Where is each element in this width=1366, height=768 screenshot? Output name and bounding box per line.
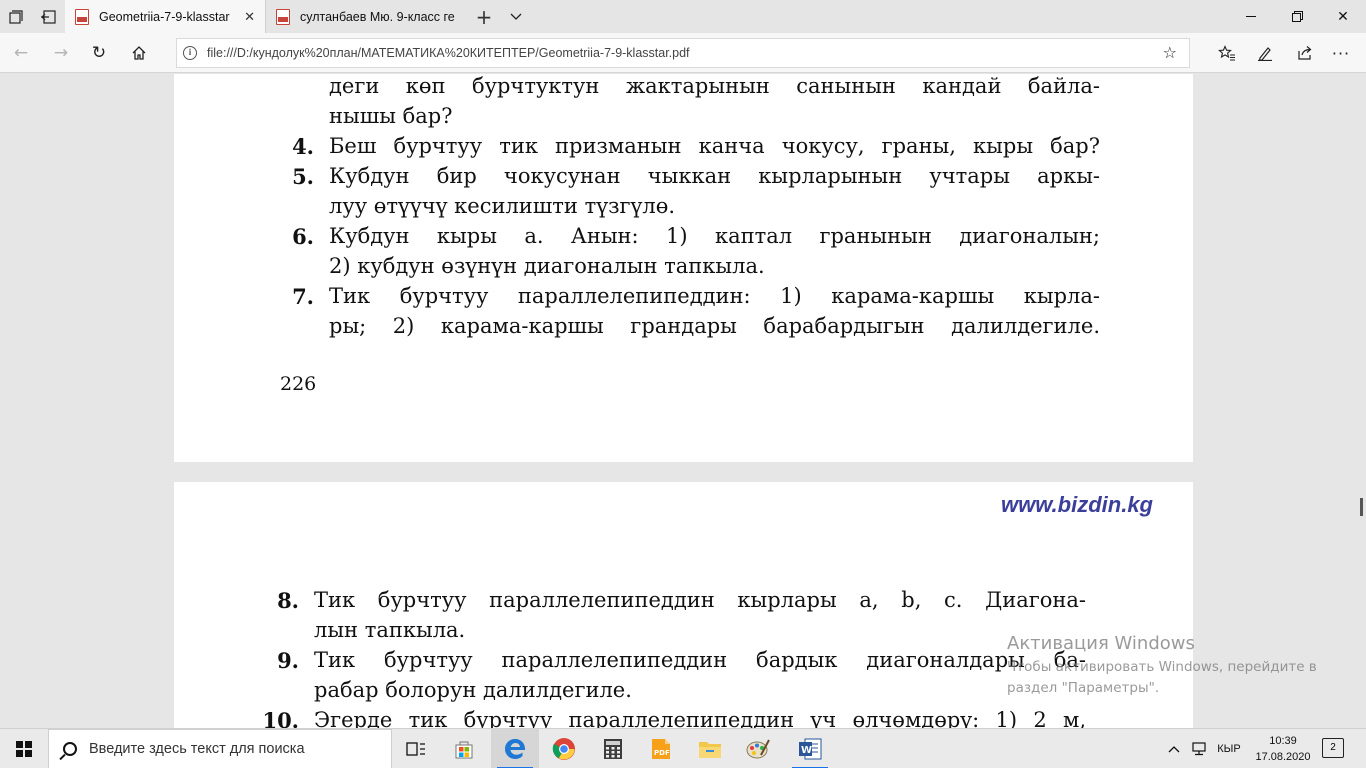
text-line: Кубдун бир чокусунан чыккан кырларынын у… [329, 164, 1100, 188]
scrollbar-thumb[interactable] [1360, 498, 1363, 516]
site-watermark: www.bizdin.kg [1001, 492, 1153, 517]
activation-watermark-title: Активация Windows [1007, 633, 1195, 654]
pdf-icon [75, 8, 89, 25]
exercise-number: 6. [292, 224, 314, 249]
paint-icon[interactable] [734, 729, 782, 768]
navigation-bar: ← → ↻ i file:///D:/кундолук%20план/МАТЕМ… [0, 33, 1366, 73]
text-line: луу өтүүчү кесилишти түзгүлө. [329, 194, 676, 218]
activation-watermark-text: Чтобы активировать Windows, перейдите в … [1007, 657, 1337, 699]
pdf-icon [276, 8, 290, 25]
text-line: лын тапкыла. [314, 618, 466, 642]
restore-icon[interactable] [1274, 0, 1320, 33]
windows-logo-icon [16, 741, 32, 757]
share-icon[interactable] [1288, 38, 1322, 68]
exercise-number: 4. [292, 134, 314, 159]
text-line: рабар болорун далилдегиле. [314, 678, 632, 702]
tab-list-chevron-icon[interactable] [500, 0, 532, 33]
search-icon [63, 742, 77, 756]
forward-icon[interactable]: → [44, 38, 78, 68]
text-line: нышы бар? [329, 104, 453, 128]
text-line: Тик бурчтуу параллелепипеддин: 1) карама… [329, 284, 1100, 308]
minimize-icon[interactable] [1228, 0, 1274, 33]
microsoft-store-icon[interactable] [440, 729, 488, 768]
text-line: Тик бурчтуу параллелепипеддин бардык диа… [314, 648, 1086, 672]
new-tab-icon[interactable]: + [468, 0, 500, 33]
clock-time: 10:39 [1269, 735, 1297, 747]
pdf-viewer[interactable]: деги көп бурчтуктун жактарынын санынын к… [0, 74, 1366, 728]
exercise-number: 7. [292, 284, 314, 309]
text-line: Тик бурчтуу параллелепипеддин кырлары a,… [314, 588, 1086, 612]
clock-date: 17.08.2020 [1255, 751, 1311, 763]
refresh-icon[interactable]: ↻ [82, 38, 116, 68]
tab-strip: Geometriia-7-9-klasstar ✕ султанбаев Мю.… [0, 0, 1366, 33]
action-center-icon[interactable]: 2 [1322, 738, 1344, 758]
svg-text:W: W [801, 745, 812, 756]
activation-line: раздел "Параметры". [1007, 680, 1160, 696]
system-clock[interactable]: 10:39 17.08.2020 [1250, 733, 1316, 765]
show-hidden-icons-icon[interactable] [1162, 729, 1186, 768]
home-icon[interactable] [122, 38, 156, 68]
exercise-number: 9. [277, 648, 299, 673]
text-line: ры; 2) карама-каршы грандары барабардыгы… [329, 314, 1100, 338]
text-line: Беш бурчтуу тик призманын канча чокусу, … [329, 134, 1100, 158]
chrome-icon[interactable] [540, 729, 588, 768]
address-bar[interactable]: i file:///D:/кундолук%20план/МАТЕМАТИКА%… [176, 38, 1190, 68]
url-text[interactable]: file:///D:/кундолук%20план/МАТЕМАТИКА%20… [207, 46, 690, 60]
tab-geometriia[interactable]: Geometriia-7-9-klasstar ✕ [65, 0, 265, 33]
text-line: деги көп бурчтуктун жактарынын санынын к… [329, 74, 1100, 98]
set-tabs-aside-icon[interactable] [32, 0, 64, 33]
tab-actions-icon[interactable] [0, 0, 32, 33]
page-number: 226 [280, 373, 317, 395]
tab-sultanbaev[interactable]: султанбаев Мю. 9-класс ге [265, 0, 465, 33]
taskbar-search-box[interactable]: Введите здесь текст для поиска [48, 729, 392, 768]
close-window-icon[interactable]: ✕ [1320, 0, 1366, 33]
edge-browser-icon[interactable] [491, 729, 539, 768]
text-line: 2) кубдун өзүнүн диагоналын тапкыла. [329, 254, 765, 278]
pdf-reader-icon[interactable]: PDF [637, 729, 685, 768]
pdf-page-226: деги көп бурчтуктун жактарынын санынын к… [174, 74, 1193, 462]
exercise-number: 10. [262, 708, 299, 728]
text-line: Кубдун кыры a. Анын: 1) каптал гранынын … [329, 224, 1100, 248]
exercise-number: 8. [277, 588, 299, 613]
close-tab-icon[interactable]: ✕ [244, 9, 255, 25]
search-placeholder: Введите здесь текст для поиска [89, 741, 305, 757]
file-explorer-icon[interactable] [686, 729, 734, 768]
favorites-icon[interactable] [1210, 38, 1244, 68]
info-icon[interactable]: i [183, 46, 197, 60]
text-line: Эгерде тик бурчтуу параллелепипеддин үч … [314, 708, 1086, 728]
tab-title: Geometriia-7-9-klasstar [99, 9, 230, 24]
tab-title: султанбаев Мю. 9-класс ге [300, 9, 455, 24]
svg-text:PDF: PDF [654, 749, 670, 757]
calculator-icon[interactable] [589, 729, 637, 768]
back-icon[interactable]: ← [4, 38, 38, 68]
exercise-number: 5. [292, 164, 314, 189]
more-icon[interactable]: ··· [1324, 38, 1358, 68]
activation-line: Чтобы активировать Windows, перейдите в [1007, 659, 1317, 675]
start-button[interactable] [0, 729, 48, 768]
input-language[interactable]: КЫР [1212, 729, 1246, 768]
word-icon[interactable]: W [786, 729, 834, 768]
taskbar: Введите здесь текст для поиска PDF W КЫР… [0, 728, 1366, 768]
network-icon[interactable] [1186, 729, 1212, 768]
pen-notes-icon[interactable] [1248, 38, 1282, 68]
task-view-icon[interactable] [392, 729, 440, 768]
favorite-star-icon[interactable]: ☆ [1163, 43, 1177, 62]
